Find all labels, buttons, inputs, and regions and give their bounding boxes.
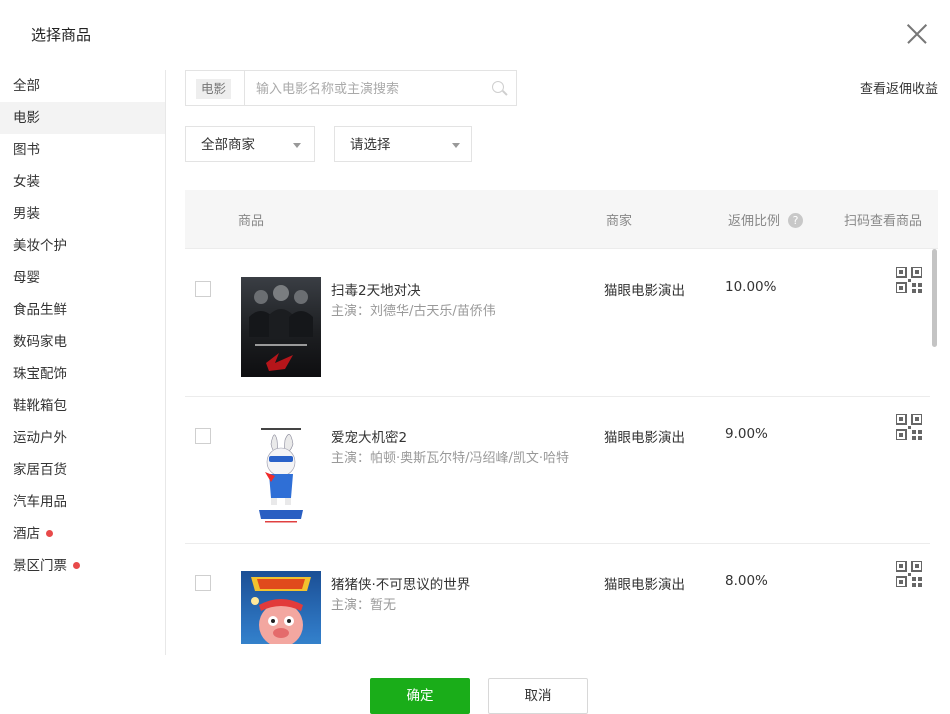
commission-ratio: 8.00% <box>725 573 768 589</box>
close-icon[interactable] <box>906 23 928 45</box>
caret-down-icon <box>452 143 460 148</box>
sidebar-item-shoes-bags[interactable]: 鞋靴箱包 <box>0 390 165 422</box>
category-sidebar: 全部 电影 图书 女装 男装 美妆个护 母婴 食品生鲜 数码家电 珠宝配饰 鞋靴… <box>0 70 166 655</box>
merchant-select[interactable]: 全部商家 <box>185 126 315 162</box>
merchant-name: 猫眼电影演出 <box>604 577 685 593</box>
merchant-name: 猫眼电影演出 <box>604 430 685 446</box>
sidebar-item-movie[interactable]: 电影 <box>0 102 165 134</box>
sidebar-item-hotel[interactable]: 酒店 <box>0 518 165 550</box>
qr-code-icon[interactable] <box>895 560 923 588</box>
search-input[interactable] <box>254 77 478 101</box>
merchant-name: 猫眼电影演出 <box>604 283 685 299</box>
movie-poster <box>241 277 321 377</box>
notification-dot <box>46 530 53 537</box>
header-ratio: 返佣比例? <box>728 210 804 229</box>
header-product: 商品 <box>238 214 265 229</box>
caret-down-icon <box>293 143 301 148</box>
movie-poster <box>241 571 321 644</box>
sidebar-item-electronics[interactable]: 数码家电 <box>0 326 165 358</box>
help-icon[interactable]: ? <box>788 213 804 228</box>
product-actors: 主演：帕顿·奥斯瓦尔特/冯绍峰/凯文·哈特 <box>331 451 570 466</box>
sidebar-item-baby[interactable]: 母婴 <box>0 262 165 294</box>
scrollbar-thumb[interactable] <box>932 249 937 347</box>
qr-code-icon[interactable] <box>895 413 923 441</box>
product-actors: 主演：刘德华/古天乐/苗侨伟 <box>331 304 496 319</box>
sidebar-item-all[interactable]: 全部 <box>0 70 165 102</box>
row-checkbox[interactable] <box>195 428 211 444</box>
search-divider <box>244 71 245 105</box>
table-header: 商品 商家 返佣比例? 扫码查看商品 <box>185 190 938 249</box>
product-name: 爱宠大机密2 <box>331 430 408 446</box>
commission-ratio: 10.00% <box>725 279 777 295</box>
secondary-select[interactable]: 请选择 <box>334 126 472 162</box>
search-icon[interactable] <box>492 81 504 93</box>
product-name: 猪猪侠·不可思议的世界 <box>331 577 471 593</box>
sidebar-item-womenswear[interactable]: 女装 <box>0 166 165 198</box>
sidebar-item-beauty[interactable]: 美妆个护 <box>0 230 165 262</box>
search-box: 电影 <box>185 70 517 106</box>
sidebar-item-food[interactable]: 食品生鲜 <box>0 294 165 326</box>
notification-dot <box>73 562 80 569</box>
header-merchant: 商家 <box>606 214 633 229</box>
product-name: 扫毒2天地对决 <box>331 283 421 299</box>
commission-ratio: 9.00% <box>725 426 768 442</box>
sidebar-item-books[interactable]: 图书 <box>0 134 165 166</box>
view-earnings-link[interactable]: 查看返佣收益 <box>860 78 938 97</box>
sidebar-item-sports[interactable]: 运动户外 <box>0 422 165 454</box>
sidebar-item-auto[interactable]: 汽车用品 <box>0 486 165 518</box>
header-scan: 扫码查看商品 <box>844 214 923 229</box>
table-row: 爱宠大机密2 主演：帕顿·奥斯瓦尔特/冯绍峰/凯文·哈特 猫眼电影演出 9.00… <box>185 396 930 544</box>
row-checkbox[interactable] <box>195 575 211 591</box>
cancel-button[interactable]: 取消 <box>488 678 588 714</box>
qr-code-icon[interactable] <box>895 266 923 294</box>
dialog-title: 选择商品 <box>31 26 92 44</box>
product-actors: 主演：暂无 <box>331 598 397 613</box>
confirm-button[interactable]: 确定 <box>370 678 470 714</box>
sidebar-item-home[interactable]: 家居百货 <box>0 454 165 486</box>
table-row: 扫毒2天地对决 主演：刘德华/古天乐/苗侨伟 猫眼电影演出 10.00% <box>185 249 930 397</box>
sidebar-item-tickets[interactable]: 景区门票 <box>0 550 165 582</box>
sidebar-item-menswear[interactable]: 男装 <box>0 198 165 230</box>
row-checkbox[interactable] <box>195 281 211 297</box>
sidebar-item-jewelry[interactable]: 珠宝配饰 <box>0 358 165 390</box>
movie-poster <box>241 424 321 524</box>
product-list: 扫毒2天地对决 主演：刘德华/古天乐/苗侨伟 猫眼电影演出 10.00% 爱宠大… <box>185 249 930 644</box>
table-row: 猪猪侠·不可思议的世界 主演：暂无 猫眼电影演出 8.00% <box>185 543 930 644</box>
search-category-tag[interactable]: 电影 <box>196 79 232 99</box>
